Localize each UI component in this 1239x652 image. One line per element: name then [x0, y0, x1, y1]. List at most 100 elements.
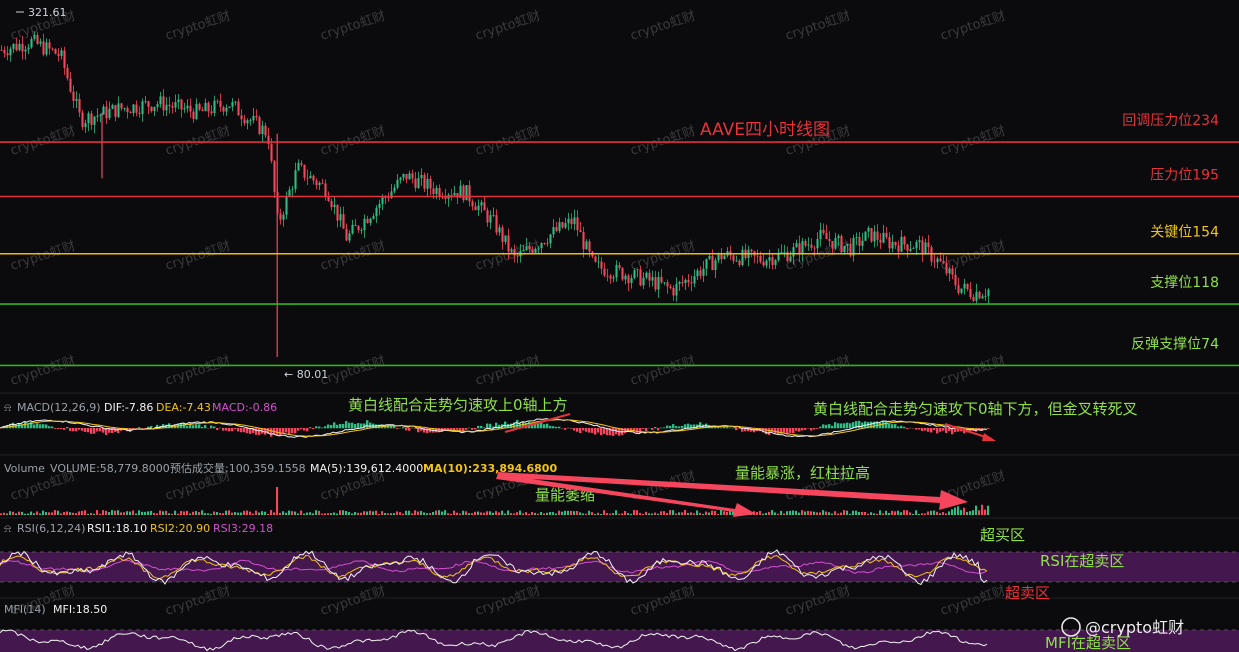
macd-bar	[930, 428, 933, 433]
candle-body	[492, 214, 495, 216]
candle-body	[645, 272, 648, 278]
candle-body	[324, 183, 327, 197]
candle-body	[672, 287, 675, 296]
volume-bar	[423, 512, 426, 515]
watermark-text: crypto虹财	[939, 584, 1008, 619]
volume-bar	[546, 512, 549, 515]
candle-body	[327, 196, 330, 202]
rsi2-value: RSI2:20.90	[150, 522, 210, 535]
macd-bar	[822, 424, 825, 429]
volume-bar	[153, 512, 156, 515]
candle-body	[426, 178, 429, 189]
volume-bar	[93, 513, 96, 515]
bell-icon[interactable]: ⍾	[4, 522, 11, 535]
volume-bar	[837, 513, 840, 515]
candle-body	[255, 115, 258, 118]
volume-bar	[843, 510, 846, 515]
candle-body	[819, 229, 822, 240]
candle-body	[279, 213, 282, 220]
macd-bar	[594, 428, 597, 435]
candle-body	[837, 235, 840, 239]
macd-bar	[654, 427, 657, 429]
macd-bar	[834, 422, 837, 429]
volume-bar	[624, 510, 627, 515]
volume-bar	[228, 510, 231, 515]
macd-bar	[210, 425, 213, 429]
candle-body	[36, 34, 39, 44]
volume-bar	[585, 513, 588, 515]
candle-body	[900, 236, 903, 252]
watermark-text: crypto虹财	[164, 354, 233, 389]
candle-body	[600, 261, 603, 269]
macd-bar	[255, 428, 258, 435]
candle-body	[813, 247, 816, 249]
volume-bar	[351, 513, 354, 515]
volume-bar	[666, 512, 669, 515]
volume-bar	[288, 510, 291, 515]
volume-bar	[462, 510, 465, 515]
macd-value: MACD:-0.86	[212, 401, 277, 414]
bell-icon[interactable]: ⍾	[4, 401, 11, 414]
watermark-text: crypto虹财	[164, 124, 233, 159]
volume-bar	[696, 510, 699, 515]
candle-body	[165, 104, 168, 111]
volume-bar	[936, 511, 939, 515]
candle-body	[483, 202, 486, 211]
candle-body	[528, 246, 531, 250]
macd-bar	[279, 428, 282, 436]
macd-bar	[258, 428, 261, 435]
candle-body	[501, 227, 504, 242]
macd-bar	[408, 428, 411, 431]
candle-body	[648, 272, 651, 281]
macd-bar	[12, 422, 15, 429]
macd-bar	[804, 428, 807, 430]
candle-body	[231, 102, 234, 107]
candle-body	[48, 42, 51, 49]
candle-body	[630, 278, 633, 284]
candle-body	[360, 230, 363, 231]
candle-body	[699, 270, 702, 276]
volume-bar	[978, 510, 981, 515]
macd-bar	[543, 424, 546, 429]
macd-bar	[843, 423, 846, 429]
candle-body	[201, 109, 204, 112]
volume-bar	[726, 511, 729, 515]
macd-note-right: 黄白线配合走势匀速攻下0轴下方，但金叉转死叉	[813, 400, 1138, 418]
candle-body	[357, 226, 360, 231]
candle-body	[594, 256, 597, 262]
candle-body	[660, 276, 663, 283]
volume-bar	[243, 510, 246, 515]
candle-body	[213, 100, 216, 114]
volume-bar	[207, 513, 210, 515]
volume-bar	[324, 513, 327, 515]
volume-bar	[213, 511, 216, 515]
candle-body	[126, 108, 129, 112]
volume-bar	[9, 511, 12, 515]
macd-bar	[57, 428, 60, 429]
rsi-title: RSI(6,12,24)	[17, 522, 85, 535]
volume-bar	[72, 512, 75, 515]
macd-bar	[840, 423, 843, 429]
macd-bar	[192, 425, 195, 429]
volume-bar	[315, 510, 318, 515]
volume-bar	[471, 513, 474, 515]
macd-bar	[306, 428, 309, 432]
volume-value: VOLUME:58,779.8000	[50, 462, 170, 475]
volume-bar	[618, 513, 621, 515]
candle-body	[63, 50, 66, 68]
volume-bar	[75, 513, 78, 515]
candle-body	[69, 78, 72, 92]
candle-body	[432, 188, 435, 194]
volume-bar	[501, 510, 504, 515]
macd-bar	[486, 423, 489, 429]
macd-bar	[819, 426, 822, 429]
macd-bar	[936, 428, 939, 434]
candle-body	[405, 174, 408, 180]
volume-bar	[252, 513, 255, 515]
macd-bar	[231, 428, 234, 432]
watermark-text: crypto虹财	[319, 124, 388, 159]
candle-body	[318, 182, 321, 186]
macd-bar	[459, 428, 462, 431]
macd-bar	[933, 428, 936, 431]
volume-bar	[636, 510, 639, 515]
